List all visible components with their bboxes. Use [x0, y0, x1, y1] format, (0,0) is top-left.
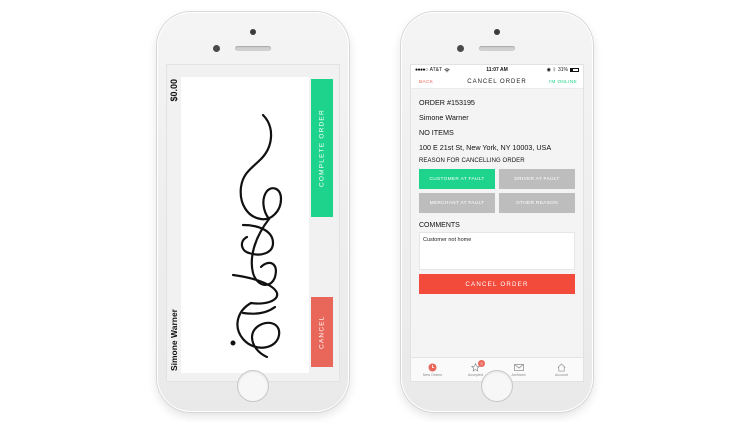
speaker-grille: [235, 46, 271, 51]
camera-icon: [494, 29, 500, 35]
status-bar: ●●●●○ AT&T 11:07 AM ◉ ᛒ 31%: [411, 65, 583, 75]
accepted-count-badge: 3: [478, 360, 485, 367]
signer-name: Simone Warner: [169, 308, 179, 371]
front-camera-icon: [457, 45, 464, 52]
tab-account[interactable]: Account: [540, 358, 583, 381]
camera-icon: [250, 29, 256, 35]
battery-percent: 31%: [557, 67, 568, 73]
reason-customer-at-fault[interactable]: CUSTOMER AT FAULT: [419, 169, 495, 189]
comments-field[interactable]: Customer not home: [419, 232, 575, 270]
home-icon: [557, 362, 567, 372]
stage: $0.00 Simone Warner COMPLETE ORDER CANCE…: [0, 0, 750, 422]
cancel-button[interactable]: CANCEL: [311, 297, 333, 367]
tab-label: New Orders: [422, 373, 443, 377]
home-button[interactable]: [481, 370, 513, 402]
cancel-order-button[interactable]: CANCEL ORDER: [419, 274, 575, 294]
home-button[interactable]: [237, 370, 269, 402]
reason-merchant-at-fault[interactable]: MERCHANT AT FAULT: [419, 193, 495, 213]
online-toggle[interactable]: I'M ONLINE: [549, 80, 577, 85]
tab-label: Account: [555, 373, 568, 377]
reason-driver-at-fault[interactable]: DRIVER AT FAULT: [499, 169, 575, 189]
speaker-grille: [479, 46, 515, 51]
battery-icon: [570, 68, 579, 72]
reason-other[interactable]: OTHER REASON: [499, 193, 575, 213]
order-number: ORDER #153195: [419, 98, 475, 107]
phone-left: $0.00 Simone Warner COMPLETE ORDER CANCE…: [157, 12, 349, 412]
comments-label: COMMENTS: [419, 222, 460, 229]
delivery-address: 100 E 21st St, New York, NY 10003, USA: [419, 143, 552, 152]
archive-icon: [513, 362, 524, 372]
customer-name: Simone Warner: [419, 113, 469, 122]
clock-icon: [428, 362, 438, 372]
tab-new-orders[interactable]: New Orders: [411, 358, 454, 381]
cancel-order-screen: ●●●●○ AT&T 11:07 AM ◉ ᛒ 31% BACK CANCEL …: [410, 64, 584, 382]
signature-stroke: [230, 113, 283, 359]
tab-label: Archived: [511, 373, 526, 377]
front-camera-icon: [213, 45, 220, 52]
complete-order-button[interactable]: COMPLETE ORDER: [311, 79, 333, 217]
reason-label: REASON FOR CANCELLING ORDER: [419, 158, 525, 164]
nav-bar: BACK CANCEL ORDER I'M ONLINE: [411, 75, 583, 89]
signature-pad[interactable]: [181, 77, 309, 373]
location-icon: ◉: [546, 67, 551, 73]
order-amount: $0.00: [169, 79, 179, 102]
phone-right: ●●●●○ AT&T 11:07 AM ◉ ᛒ 31% BACK CANCEL …: [401, 12, 593, 412]
order-items: NO ITEMS: [419, 128, 454, 137]
signature-screen: $0.00 Simone Warner COMPLETE ORDER CANCE…: [166, 64, 340, 382]
cancel-order-form: ORDER #153195 Simone Warner NO ITEMS 100…: [411, 89, 583, 357]
reason-options: CUSTOMER AT FAULT DRIVER AT FAULT MERCHA…: [419, 169, 575, 213]
tab-label: Accepted: [468, 373, 483, 377]
bluetooth-icon: ᛒ: [552, 67, 556, 73]
